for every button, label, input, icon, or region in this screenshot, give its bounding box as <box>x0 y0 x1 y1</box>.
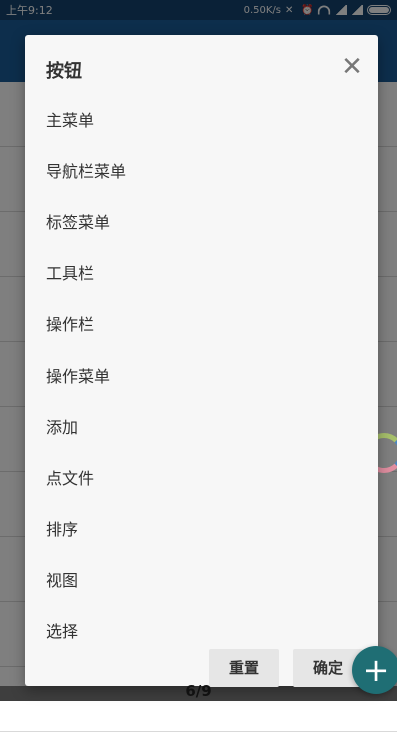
button-options-list: 主菜单 导航栏菜单 标签菜单 工具栏 操作栏 操作菜单 添加 点文件 排序 视图… <box>25 93 378 656</box>
option-action-menu[interactable]: 操作菜单 <box>25 349 378 400</box>
option-tab-menu[interactable]: 标签菜单 <box>25 195 378 246</box>
option-dot-files[interactable]: 点文件 <box>25 451 378 502</box>
option-toolbar[interactable]: 工具栏 <box>25 247 378 298</box>
option-action-bar[interactable]: 操作栏 <box>25 298 378 349</box>
page-indicator: 6/9 <box>185 682 212 700</box>
close-icon[interactable]: ✕ <box>338 53 366 81</box>
option-navigation-menu[interactable]: 导航栏菜单 <box>25 144 378 195</box>
buttons-dialog: 按钮 ✕ 主菜单 导航栏菜单 标签菜单 工具栏 操作栏 操作菜单 添加 点文件 … <box>25 35 378 687</box>
option-view[interactable]: 视图 <box>25 554 378 605</box>
dialog-title: 按钮 <box>46 61 82 82</box>
option-main-menu[interactable]: 主菜单 <box>25 93 378 144</box>
option-sort[interactable]: 排序 <box>25 503 378 554</box>
option-add[interactable]: 添加 <box>25 400 378 451</box>
